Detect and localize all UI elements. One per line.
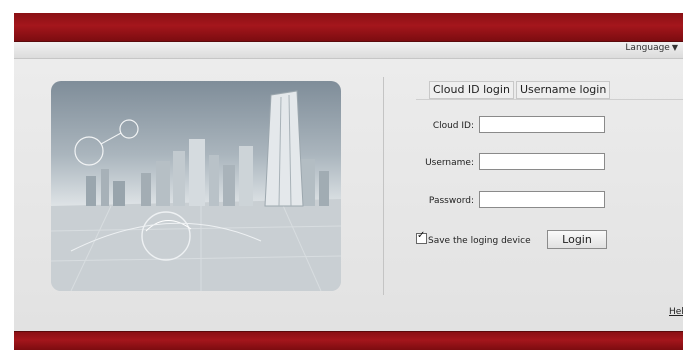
login-page: Language ▼ Cloud ID login Username login… bbox=[14, 0, 683, 350]
username-label: Username: bbox=[425, 158, 474, 168]
tab-underline bbox=[416, 99, 683, 100]
footer-bar bbox=[14, 331, 683, 350]
city-illustration bbox=[51, 81, 341, 291]
help-link[interactable]: Hel bbox=[669, 307, 683, 317]
save-device-row: Save the loging device bbox=[416, 230, 531, 246]
username-input[interactable] bbox=[479, 153, 605, 170]
main-panel: Cloud ID login Username login Cloud ID: U… bbox=[14, 59, 683, 331]
cloud-id-input[interactable] bbox=[479, 116, 605, 133]
login-tabs: Cloud ID login Username login bbox=[429, 81, 612, 99]
tab-username-login[interactable]: Username login bbox=[515, 81, 611, 99]
save-device-label: Save the loging device bbox=[428, 236, 531, 246]
header-bar bbox=[14, 13, 683, 42]
dropdown-caret-icon: ▼ bbox=[671, 43, 678, 52]
city-skyline-image bbox=[51, 90, 341, 291]
top-margin bbox=[14, 0, 683, 13]
password-label: Password: bbox=[428, 196, 474, 206]
save-device-checkbox[interactable] bbox=[416, 230, 427, 244]
login-button[interactable]: Login bbox=[547, 230, 607, 249]
language-label: Language bbox=[625, 43, 670, 53]
language-selector[interactable]: Language ▼ bbox=[625, 43, 678, 53]
language-bar: Language ▼ bbox=[14, 42, 683, 59]
vertical-divider bbox=[383, 77, 384, 295]
tab-cloud-id-login[interactable]: Cloud ID login bbox=[429, 81, 514, 99]
password-input[interactable] bbox=[479, 191, 605, 208]
cloud-id-label: Cloud ID: bbox=[432, 121, 474, 131]
